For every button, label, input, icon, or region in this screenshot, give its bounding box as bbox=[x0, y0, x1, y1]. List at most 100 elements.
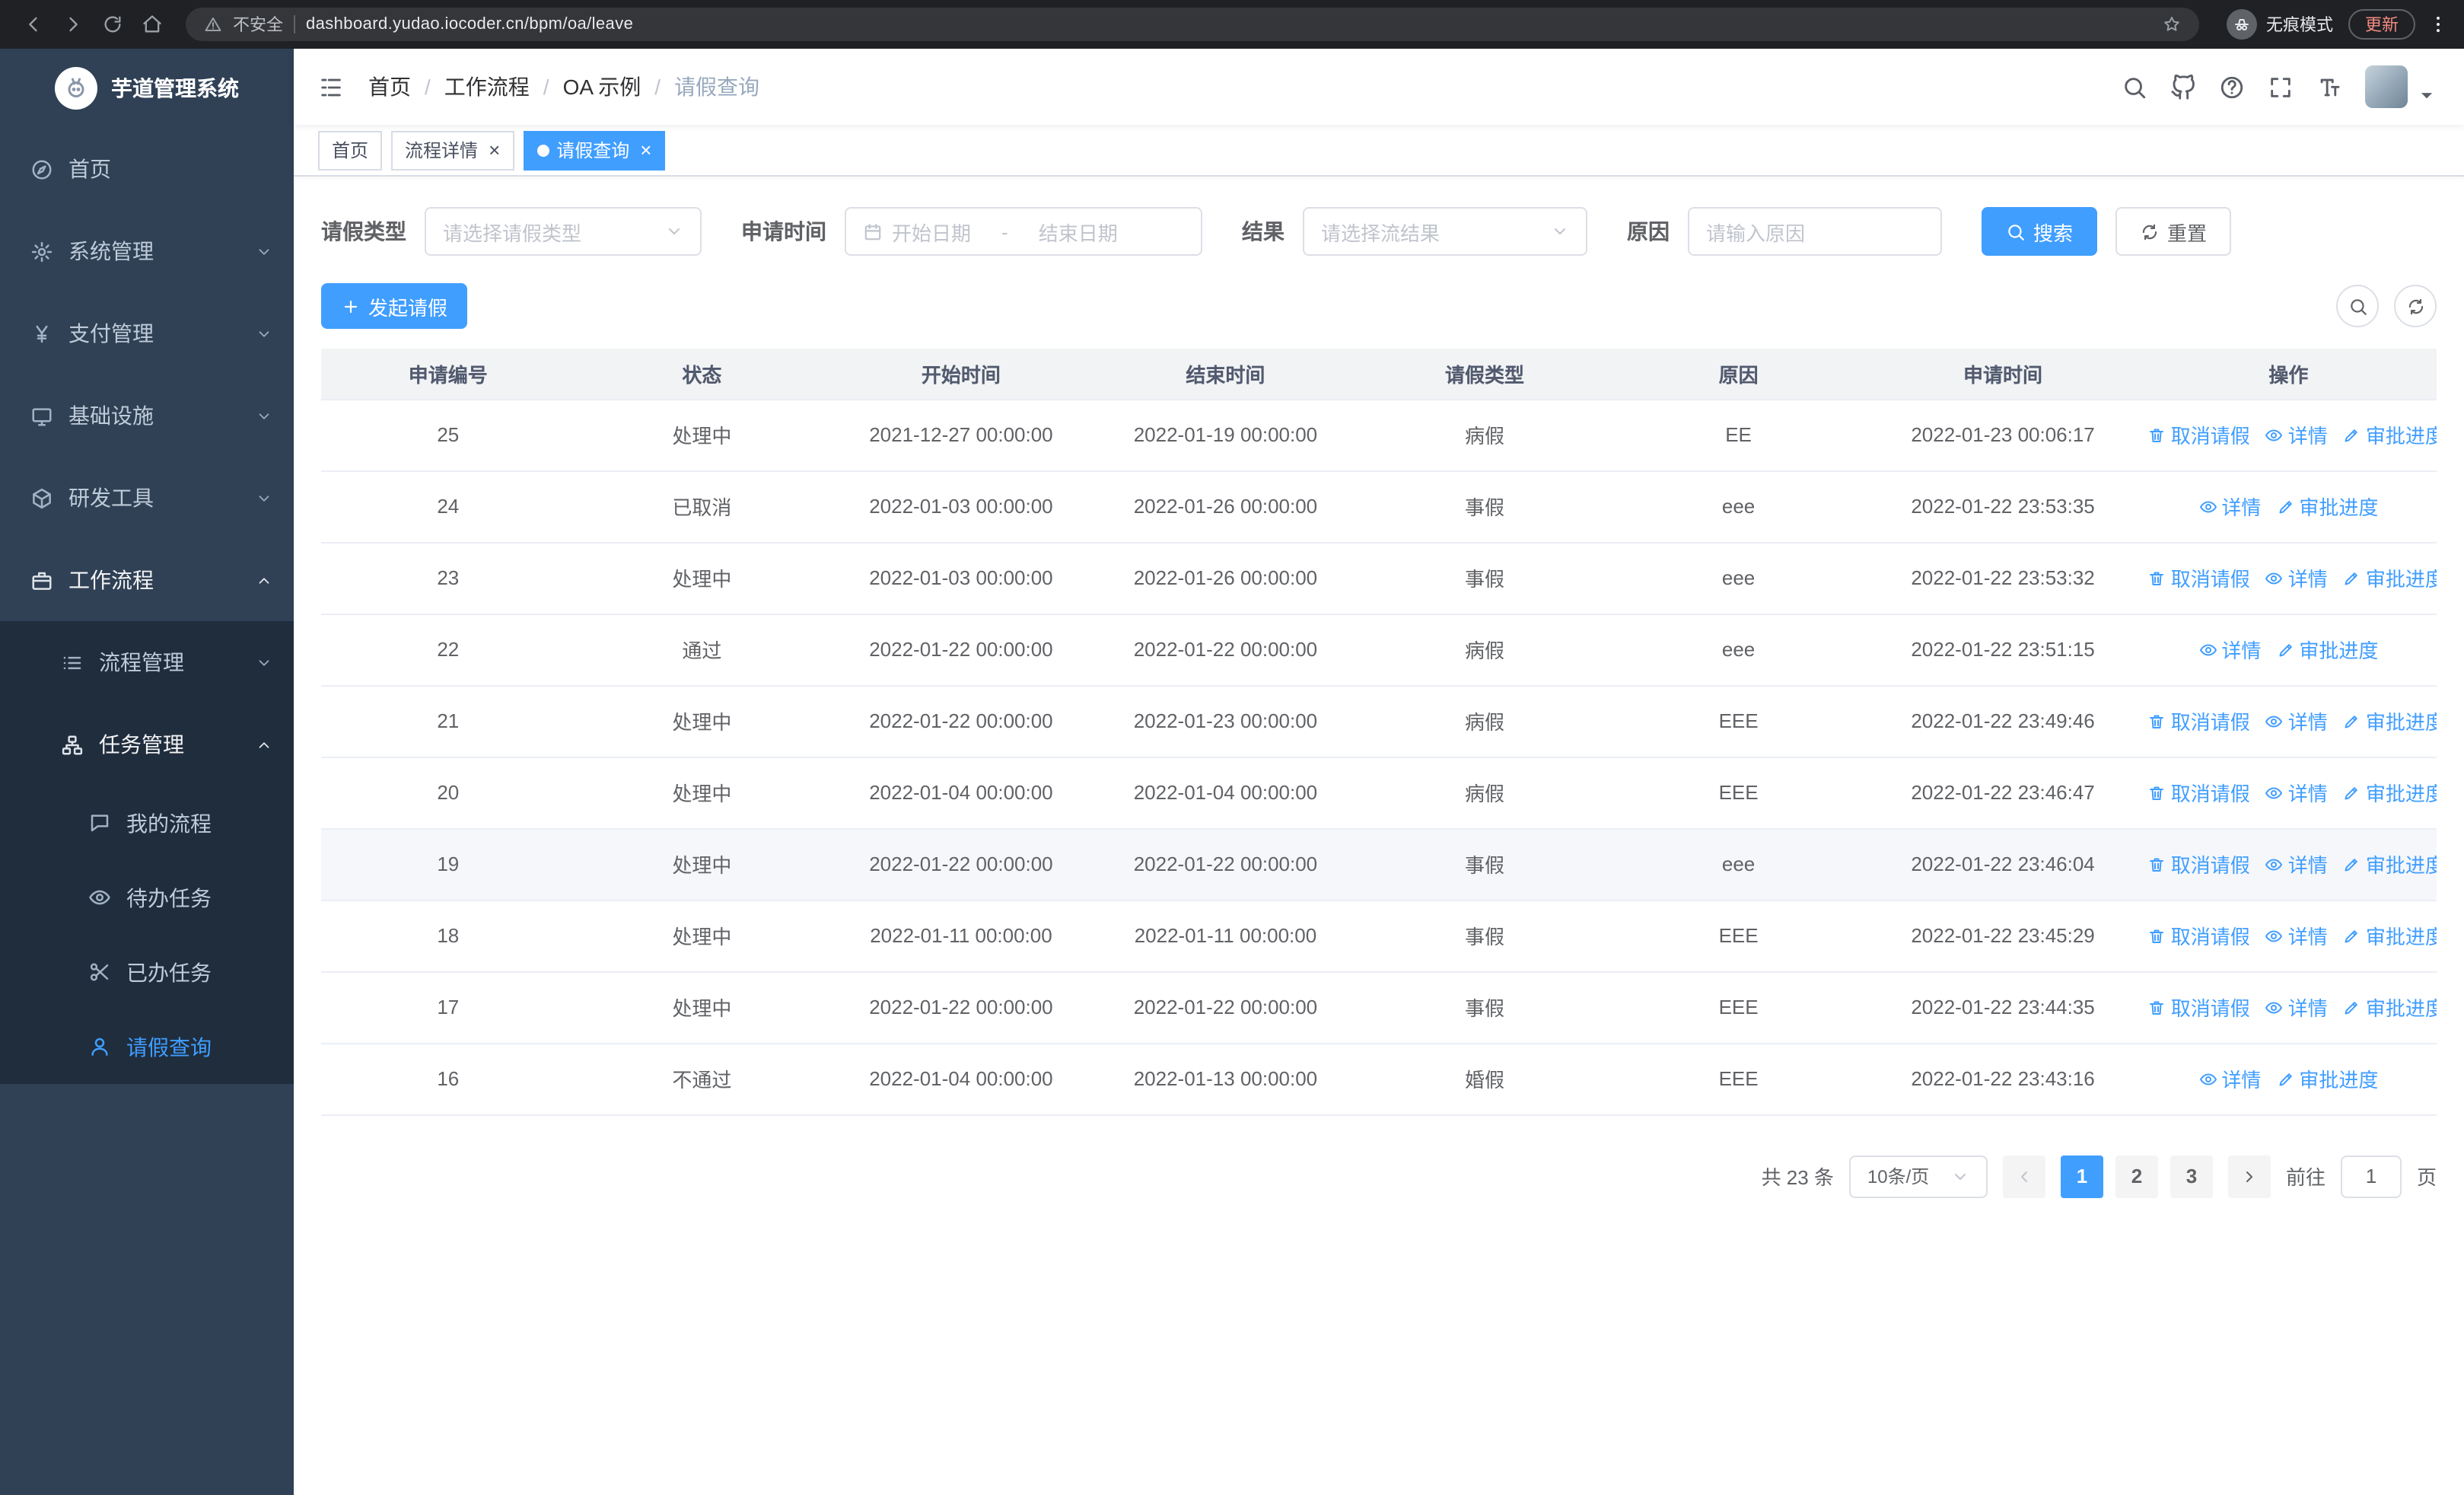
reset-button[interactable]: 重置 bbox=[2115, 207, 2232, 256]
filter-reason: 原因 请输入原因 bbox=[1627, 207, 1942, 256]
sidebar-logo[interactable]: 芋道管理系统 bbox=[0, 49, 294, 128]
browser-forward-button[interactable] bbox=[55, 6, 91, 43]
progress-action-link[interactable]: 审批进度 bbox=[2343, 921, 2437, 950]
refresh-table-button[interactable] bbox=[2394, 285, 2437, 327]
cell-actions: 详情 审批进度 bbox=[2140, 614, 2437, 686]
detail-action-link[interactable]: 详情 bbox=[2198, 1064, 2261, 1093]
github-icon[interactable] bbox=[2170, 74, 2196, 100]
cell-end-time: 2022-01-26 00:00:00 bbox=[1093, 470, 1358, 543]
progress-action-link[interactable]: 审批进度 bbox=[2276, 635, 2378, 664]
sidebar-collapse-icon[interactable] bbox=[318, 74, 344, 100]
progress-action-link[interactable]: 审批进度 bbox=[2343, 420, 2437, 449]
table-row: 16 不通过 2022-01-04 00:00:00 2022-01-13 00:00… bbox=[321, 1043, 2437, 1115]
cell-reason: EEE bbox=[1611, 971, 1866, 1044]
detail-action-link[interactable]: 详情 bbox=[2198, 635, 2261, 664]
browser-reload-button[interactable] bbox=[94, 6, 131, 43]
sidebar-item-home[interactable]: 首页 bbox=[0, 128, 294, 210]
sidebar-item-label: 我的流程 bbox=[126, 811, 212, 835]
sidebar-item-task-management[interactable]: 任务管理 bbox=[0, 703, 294, 786]
detail-action-link[interactable]: 详情 bbox=[2265, 850, 2328, 878]
progress-action-link[interactable]: 审批进度 bbox=[2343, 993, 2437, 1022]
bookmark-star-icon[interactable] bbox=[2163, 15, 2181, 33]
sidebar-item-payment-management[interactable]: 支付管理 bbox=[0, 292, 294, 375]
tab-leave-query[interactable]: 请假查询 × bbox=[523, 130, 666, 170]
create-leave-button[interactable]: 发起请假 bbox=[321, 283, 468, 329]
home-icon bbox=[142, 14, 163, 35]
cell-leave-type: 事假 bbox=[1358, 900, 1612, 972]
sidebar-item-done-tasks[interactable]: 已办任务 bbox=[0, 935, 294, 1009]
detail-action-link[interactable]: 详情 bbox=[2265, 563, 2328, 592]
page-size-select[interactable]: 10条/页 bbox=[1848, 1155, 1988, 1197]
cell-start-time: 2022-01-22 00:00:00 bbox=[829, 971, 1094, 1044]
next-page-button[interactable] bbox=[2227, 1155, 2271, 1197]
pagination-pages: 123 bbox=[2060, 1155, 2213, 1197]
breadcrumb-item[interactable]: OA 示例 bbox=[563, 72, 641, 102]
detail-action-link[interactable]: 详情 bbox=[2265, 420, 2328, 449]
detail-action-link[interactable]: 详情 bbox=[2198, 492, 2261, 521]
trash-icon bbox=[2148, 998, 2166, 1016]
address-bar[interactable]: 不安全 dashboard.yudao.iocoder.cn/bpm/oa/le… bbox=[186, 8, 2199, 41]
browser-home-button[interactable] bbox=[134, 6, 170, 43]
reason-input[interactable]: 请输入原因 bbox=[1688, 207, 1942, 256]
page-button-1[interactable]: 1 bbox=[2060, 1155, 2103, 1197]
header-search-icon[interactable] bbox=[2122, 74, 2147, 100]
sidebar-item-label: 请假查询 bbox=[126, 1034, 212, 1059]
result-select[interactable]: 请选择流结果 bbox=[1303, 207, 1587, 256]
security-warning-label[interactable]: 不安全 bbox=[233, 12, 283, 37]
sidebar-item-devtools[interactable]: 研发工具 bbox=[0, 457, 294, 539]
breadcrumb-item[interactable]: 工作流程 bbox=[444, 72, 530, 102]
browser-update-button[interactable]: 更新 bbox=[2348, 9, 2415, 40]
action-label: 取消请假 bbox=[2170, 854, 2250, 877]
sidebar-item-my-process[interactable]: 我的流程 bbox=[0, 786, 294, 860]
sidebar-item-todo-tasks[interactable]: 待办任务 bbox=[0, 860, 294, 935]
tab-close-icon[interactable]: × bbox=[640, 140, 651, 160]
progress-action-link[interactable]: 审批进度 bbox=[2343, 778, 2437, 807]
tab-process-detail[interactable]: 流程详情 × bbox=[391, 130, 514, 170]
cancel-action-link[interactable]: 取消请假 bbox=[2148, 850, 2250, 878]
fullscreen-icon[interactable] bbox=[2268, 74, 2294, 100]
sidebar-item-workflow[interactable]: 工作流程 bbox=[0, 539, 294, 621]
tab-home[interactable]: 首页 bbox=[318, 130, 383, 170]
progress-action-link[interactable]: 审批进度 bbox=[2276, 1064, 2378, 1093]
table-row: 19 处理中 2022-01-22 00:00:00 2022-01-22 00:00… bbox=[321, 828, 2437, 901]
sidebar-item-leave-query[interactable]: 请假查询 bbox=[0, 1009, 294, 1084]
chevron-left-icon bbox=[2015, 1167, 2033, 1185]
cancel-action-link[interactable]: 取消请假 bbox=[2148, 778, 2250, 807]
page-button-3[interactable]: 3 bbox=[2170, 1155, 2213, 1197]
sidebar-item-infrastructure[interactable]: 基础设施 bbox=[0, 375, 294, 457]
cancel-action-link[interactable]: 取消请假 bbox=[2148, 921, 2250, 950]
breadcrumb-item[interactable]: 首页 bbox=[368, 72, 411, 102]
sidebar-item-system-management[interactable]: 系统管理 bbox=[0, 210, 294, 292]
sidebar-item-process-management[interactable]: 流程管理 bbox=[0, 621, 294, 703]
user-menu[interactable] bbox=[2365, 65, 2440, 108]
url-text[interactable]: dashboard.yudao.iocoder.cn/bpm/oa/leave bbox=[306, 15, 2152, 33]
progress-action-link[interactable]: 审批进度 bbox=[2343, 850, 2437, 878]
tab-close-icon[interactable]: × bbox=[489, 140, 500, 160]
help-icon[interactable] bbox=[2219, 74, 2245, 100]
cancel-action-link[interactable]: 取消请假 bbox=[2148, 706, 2250, 735]
page-button-2[interactable]: 2 bbox=[2115, 1155, 2158, 1197]
cancel-action-link[interactable]: 取消请假 bbox=[2148, 563, 2250, 592]
toggle-search-button[interactable] bbox=[2336, 285, 2379, 327]
browser-back-button[interactable] bbox=[15, 6, 52, 43]
progress-action-link[interactable]: 审批进度 bbox=[2343, 706, 2437, 735]
search-button[interactable]: 搜索 bbox=[1982, 207, 2098, 256]
detail-action-link[interactable]: 详情 bbox=[2265, 921, 2328, 950]
cancel-action-link[interactable]: 取消请假 bbox=[2148, 993, 2250, 1022]
progress-action-link[interactable]: 审批进度 bbox=[2276, 492, 2378, 521]
progress-action-link[interactable]: 审批进度 bbox=[2343, 563, 2437, 592]
action-label: 取消请假 bbox=[2170, 997, 2250, 1020]
cell-actions: 详情 审批进度 bbox=[2140, 470, 2437, 543]
goto-page-input[interactable] bbox=[2340, 1155, 2402, 1197]
detail-action-link[interactable]: 详情 bbox=[2265, 993, 2328, 1022]
font-size-icon[interactable] bbox=[2316, 74, 2342, 100]
monitor-icon bbox=[30, 404, 53, 427]
prev-page-button[interactable] bbox=[2002, 1155, 2045, 1197]
detail-action-link[interactable]: 详情 bbox=[2265, 778, 2328, 807]
apply-time-range-picker[interactable]: 开始日期 - 结束日期 bbox=[845, 207, 1202, 256]
browser-menu-icon[interactable] bbox=[2427, 14, 2449, 35]
browser-chrome: 不安全 dashboard.yudao.iocoder.cn/bpm/oa/le… bbox=[0, 0, 2464, 49]
cancel-action-link[interactable]: 取消请假 bbox=[2148, 420, 2250, 449]
detail-action-link[interactable]: 详情 bbox=[2265, 706, 2328, 735]
leave-type-select[interactable]: 请选择请假类型 bbox=[425, 207, 702, 256]
